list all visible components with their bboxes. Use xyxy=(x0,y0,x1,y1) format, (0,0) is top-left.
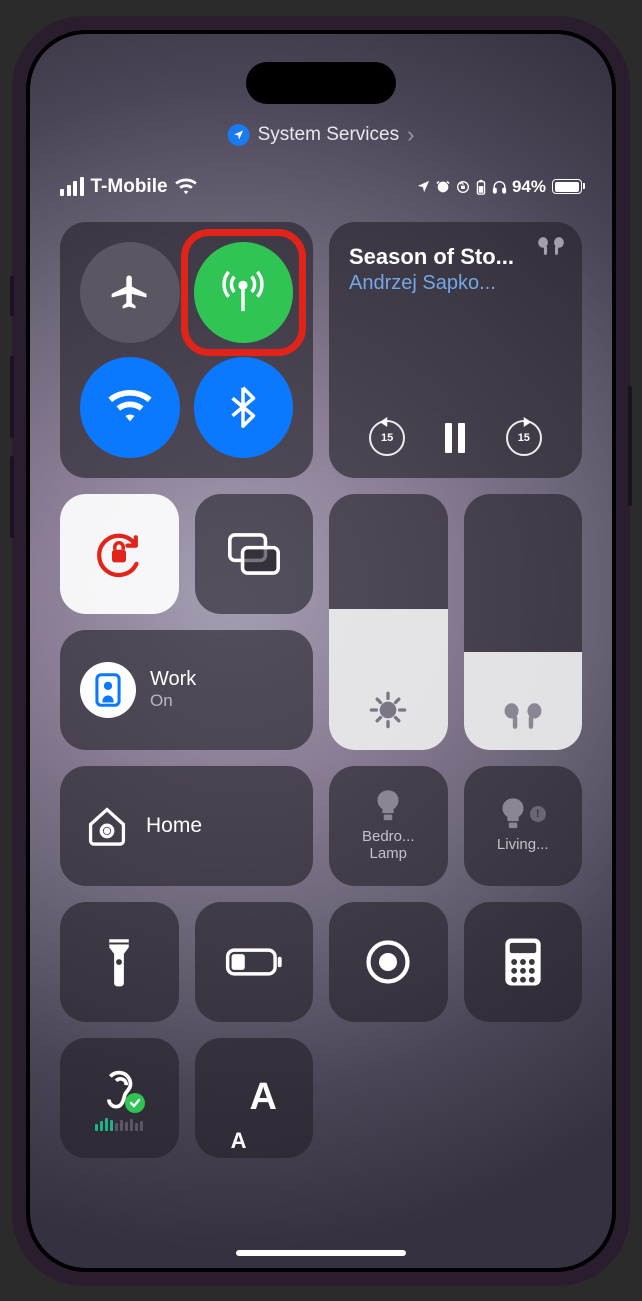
screen-mirroring-button[interactable] xyxy=(195,494,314,614)
orientation-lock-toggle[interactable] xyxy=(60,494,179,614)
hearing-button[interactable] xyxy=(60,1038,179,1158)
battery-pct: 94% xyxy=(512,177,546,197)
status-bar: T-Mobile 94% xyxy=(30,176,612,198)
homekit-label-1a: Bedro... xyxy=(337,829,440,846)
focus-state: On xyxy=(150,691,196,711)
focus-tile[interactable]: Work On xyxy=(60,630,313,750)
airpods-route-icon xyxy=(536,236,566,256)
skip-back-label: 15 xyxy=(381,432,393,444)
battery-widget-icon xyxy=(475,179,487,195)
homekit-living-tile[interactable]: ! Living... xyxy=(464,766,583,886)
bulb-icon xyxy=(500,797,526,831)
text-size-large-label: A xyxy=(249,1076,276,1119)
low-power-icon xyxy=(225,947,283,977)
calculator-icon xyxy=(503,937,543,987)
brightness-slider[interactable] xyxy=(329,494,448,750)
low-power-button[interactable] xyxy=(195,902,314,1022)
check-badge-icon xyxy=(125,1093,145,1113)
screen: System Services › T-Mobile 94 xyxy=(30,34,612,1268)
bluetooth-toggle[interactable] xyxy=(194,357,294,458)
chevron-right-icon: › xyxy=(407,122,414,148)
focus-work-icon xyxy=(80,662,136,718)
flashlight-button[interactable] xyxy=(60,902,179,1022)
media-title: Season of Sto... xyxy=(349,244,562,270)
carrier-label: T-Mobile xyxy=(91,176,168,198)
text-size-button[interactable]: A A xyxy=(195,1038,314,1158)
wifi-toggle[interactable] xyxy=(80,357,180,458)
control-center-grid: Season of Sto... Andrzej Sapko... 15 15 xyxy=(60,222,582,1232)
phone-frame: System Services › T-Mobile 94 xyxy=(12,16,630,1286)
alarm-icon xyxy=(435,179,451,195)
skip-fwd-label: 15 xyxy=(518,432,530,444)
airpods-volume-icon xyxy=(501,702,545,730)
media-artist: Andrzej Sapko... xyxy=(349,272,562,295)
skip-back-button[interactable]: 15 xyxy=(369,420,405,456)
text-size-small-label: A xyxy=(231,1128,247,1154)
airplane-mode-toggle[interactable] xyxy=(80,242,180,343)
hearing-level-bars xyxy=(95,1117,143,1131)
play-pause-button[interactable] xyxy=(445,423,465,453)
orientation-lock-icon xyxy=(91,526,147,582)
orientation-lock-indicator-icon xyxy=(455,179,471,195)
wifi-icon xyxy=(108,389,152,425)
home-icon xyxy=(84,803,130,849)
flashlight-icon xyxy=(104,936,134,988)
breadcrumb[interactable]: System Services › xyxy=(228,122,415,148)
homekit-bedroom-tile[interactable]: Bedro... Lamp xyxy=(329,766,448,886)
homekit-label-2: Living... xyxy=(497,837,549,854)
bulb-icon xyxy=(375,789,401,823)
dynamic-island xyxy=(246,62,396,104)
homekit-label-1b: Lamp xyxy=(337,846,440,863)
screen-record-button[interactable] xyxy=(329,902,448,1022)
headphones-icon xyxy=(491,179,508,195)
signal-bars-icon xyxy=(60,177,84,196)
volume-slider[interactable] xyxy=(464,494,583,750)
skip-forward-button[interactable]: 15 xyxy=(506,420,542,456)
cellular-antenna-icon xyxy=(220,269,266,315)
location-indicator-icon xyxy=(416,179,431,194)
brightness-icon xyxy=(368,690,408,730)
cellular-data-toggle[interactable] xyxy=(194,242,294,343)
airplane-icon xyxy=(108,270,152,314)
now-playing-tile[interactable]: Season of Sto... Andrzej Sapko... 15 15 xyxy=(329,222,582,478)
phone-bezel: System Services › T-Mobile 94 xyxy=(26,30,616,1272)
location-arrow-icon xyxy=(228,124,250,146)
focus-name: Work xyxy=(150,668,196,691)
wifi-icon xyxy=(175,178,197,196)
bluetooth-icon xyxy=(229,386,257,428)
home-indicator[interactable] xyxy=(236,1250,406,1256)
home-label: Home xyxy=(146,814,202,838)
info-badge-icon: ! xyxy=(530,806,546,822)
home-tile[interactable]: Home xyxy=(60,766,313,886)
calculator-button[interactable] xyxy=(464,902,583,1022)
battery-icon xyxy=(552,179,582,194)
breadcrumb-label: System Services xyxy=(258,124,399,146)
connectivity-tile[interactable] xyxy=(60,222,313,478)
screen-mirroring-icon xyxy=(226,531,282,577)
record-icon xyxy=(364,938,412,986)
